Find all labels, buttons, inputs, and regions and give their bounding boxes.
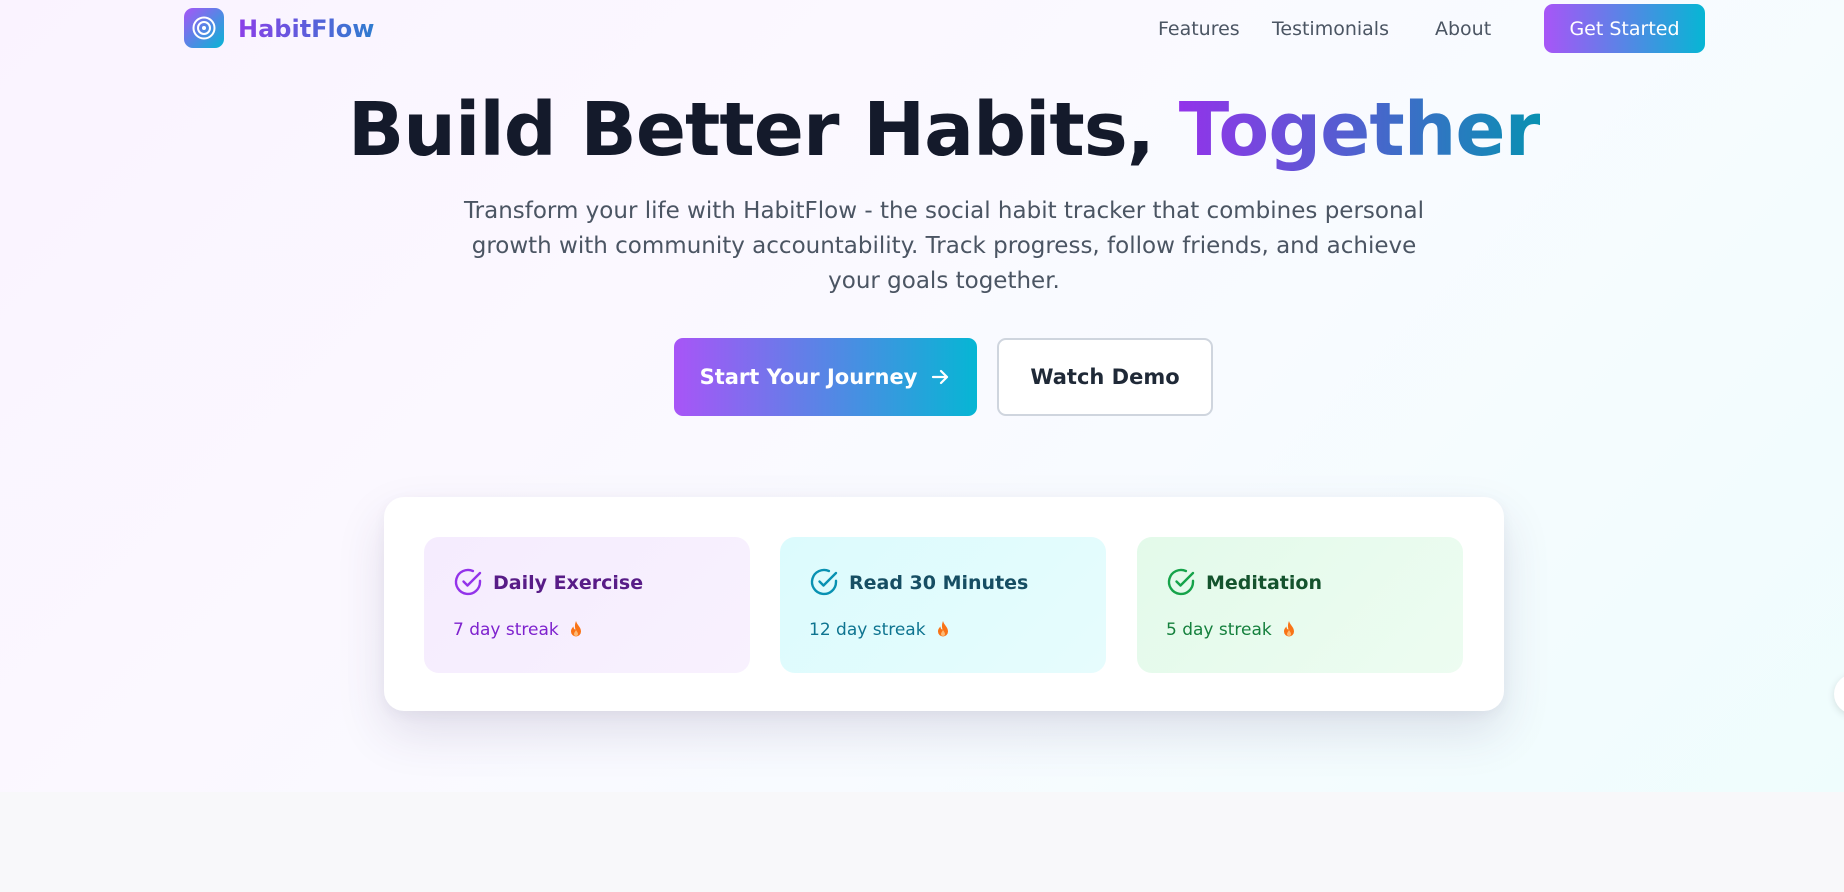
headline-accent: Together — [1178, 87, 1541, 173]
hero-headline: Build Better Habits, Together — [0, 88, 1844, 172]
habit-card-read-30-minutes[interactable]: Read 30 Minutes 12 day streak — [780, 537, 1106, 673]
headline-main: Build Better Habits, — [347, 87, 1155, 173]
next-section — [0, 792, 1844, 892]
habit-streak: 5 day streak — [1166, 619, 1296, 641]
habit-title: Meditation — [1206, 572, 1322, 594]
nav-link-about[interactable]: About — [1435, 17, 1491, 41]
check-circle-icon — [1167, 568, 1195, 596]
habit-title: Daily Exercise — [493, 572, 644, 594]
brand-name[interactable]: HabitFlow — [238, 14, 374, 44]
habit-card-daily-exercise[interactable]: Daily Exercise 7 day streak — [424, 537, 750, 673]
start-journey-button[interactable]: Start Your Journey — [674, 338, 977, 416]
hero-subtitle: Transform your life with HabitFlow - the… — [463, 198, 1425, 294]
habit-streak: 12 day streak — [809, 619, 950, 641]
get-started-button[interactable]: Get Started — [1544, 4, 1705, 53]
habit-streak-label: 7 day streak — [453, 620, 559, 640]
target-icon[interactable] — [184, 8, 224, 48]
nav-link-testimonials[interactable]: Testimonials — [1272, 17, 1389, 41]
start-journey-label: Start Your Journey — [699, 365, 918, 389]
habits-preview-card: Daily Exercise 7 day streak Read 30 Minu… — [384, 497, 1504, 711]
habit-streak: 7 day streak — [453, 619, 583, 641]
habit-streak-label: 12 day streak — [809, 620, 926, 640]
arrow-right-icon — [932, 369, 949, 385]
check-circle-icon — [810, 568, 838, 596]
watch-demo-button[interactable]: Watch Demo — [997, 338, 1213, 416]
nav-link-features[interactable]: Features — [1158, 17, 1240, 41]
habit-streak-label: 5 day streak — [1166, 620, 1272, 640]
fire-icon — [937, 621, 948, 637]
check-circle-icon — [454, 568, 482, 596]
fire-icon — [1283, 621, 1294, 637]
fire-icon — [570, 621, 581, 637]
habit-title: Read 30 Minutes — [849, 572, 1029, 594]
habit-card-meditation[interactable]: Meditation 5 day streak — [1137, 537, 1463, 673]
